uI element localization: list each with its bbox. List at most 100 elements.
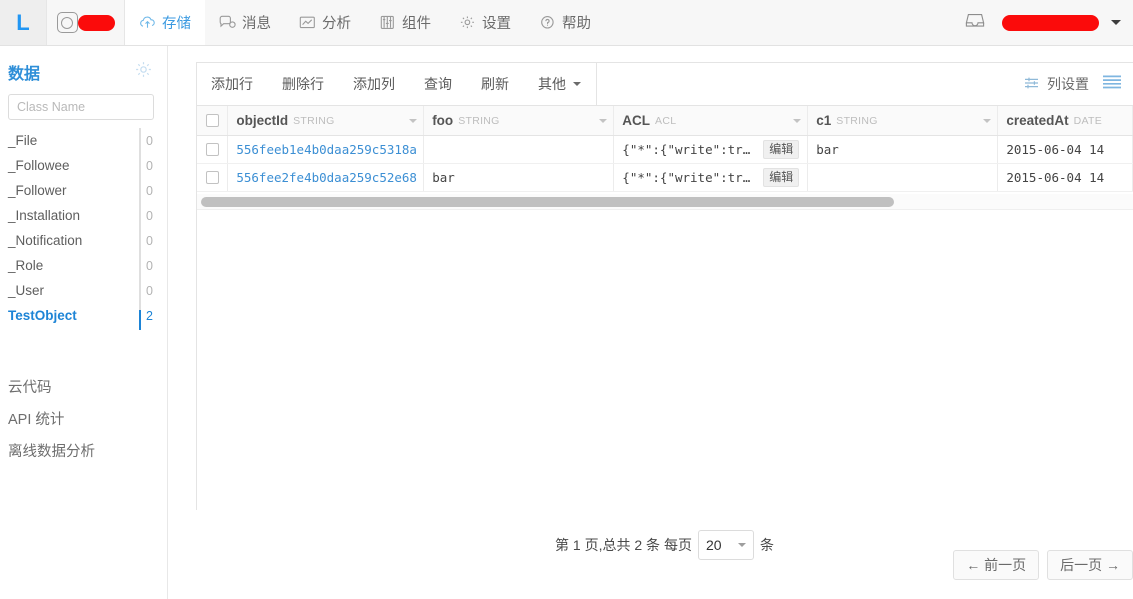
sidebar-item-cloud-code[interactable]: 云代码 xyxy=(0,370,167,402)
column-settings-label: 列设置 xyxy=(1047,76,1089,92)
nav-tab-components[interactable]: 组件 xyxy=(365,0,445,45)
acl-edit-button[interactable]: 编辑 xyxy=(763,140,800,159)
per-page-select[interactable]: 20 xyxy=(697,530,754,560)
column-header-objectid[interactable]: objectId STRING xyxy=(228,106,425,135)
class-item-follower[interactable]: _Follower 0 xyxy=(0,178,167,203)
per-page-value: 20 xyxy=(705,537,722,553)
column-header-c1[interactable]: c1 STRING xyxy=(808,106,999,135)
more-menu-button[interactable]: 其他 xyxy=(524,63,596,106)
objectid-link[interactable]: 556feeb1e4b0daa259c5318a xyxy=(236,142,417,157)
column-header-acl[interactable]: ACL ACL xyxy=(614,106,809,135)
inbox-icon[interactable] xyxy=(964,11,986,35)
class-item-user[interactable]: _User 0 xyxy=(0,278,167,303)
class-item-testobject[interactable]: TestObject 2 xyxy=(0,303,167,328)
cell-c1[interactable] xyxy=(808,164,999,191)
nav-tab-help[interactable]: 帮助 xyxy=(525,0,605,45)
delete-row-button[interactable]: 删除行 xyxy=(268,63,339,106)
app-logo[interactable]: L xyxy=(0,0,47,45)
next-page-button[interactable]: 后一页 → xyxy=(1047,550,1133,580)
column-type: ACL xyxy=(655,114,677,127)
page-summary-text: 第 1 页,总共 2 条 每页 xyxy=(555,537,692,553)
toolbar-button-group: 添加行 删除行 添加列 查询 刷新 其他 xyxy=(197,62,597,106)
column-settings-button[interactable]: 列设置 xyxy=(1023,74,1089,94)
cell-createdat[interactable]: 2015-06-04 14 xyxy=(998,136,1133,163)
row-checkbox[interactable] xyxy=(205,143,219,156)
table-row[interactable]: 556feeb1e4b0daa259c5318a {"*":{"write":t… xyxy=(197,136,1133,164)
chevron-down-icon[interactable] xyxy=(1111,20,1121,25)
class-name-search-input[interactable] xyxy=(8,94,154,120)
cell-acl[interactable]: {"*":{"write":true,"… 编辑 xyxy=(614,164,809,191)
column-type: STRING xyxy=(836,114,878,127)
nav-tab-messages[interactable]: 消息 xyxy=(205,0,285,45)
column-name: ACL xyxy=(622,113,651,128)
horizontal-scrollbar-track[interactable] xyxy=(197,194,1133,210)
class-count: 0 xyxy=(146,283,153,298)
class-item-followee[interactable]: _Followee 0 xyxy=(0,153,167,178)
add-row-button[interactable]: 添加行 xyxy=(197,63,268,106)
cell-acl[interactable]: {"*":{"write":true,"… 编辑 xyxy=(614,136,809,163)
cell-value: 2015-06-04 14 xyxy=(1006,170,1105,185)
chevron-down-icon[interactable] xyxy=(409,119,418,123)
question-circle-icon xyxy=(539,15,556,30)
sidebar-item-label: API 统计 xyxy=(8,411,65,428)
cell-objectid[interactable]: 556fee2fe4b0daa259c52e68 xyxy=(228,164,425,191)
app-name-redacted xyxy=(77,14,115,31)
nav-tab-analytics[interactable]: 分析 xyxy=(285,0,365,45)
objectid-link[interactable]: 556fee2fe4b0daa259c52e68 xyxy=(236,170,417,185)
table-toolbar: 添加行 删除行 添加列 查询 刷新 其他 列设置 xyxy=(197,62,1133,106)
chevron-down-icon[interactable] xyxy=(793,119,802,123)
cell-c1[interactable]: bar xyxy=(808,136,999,163)
add-column-button[interactable]: 添加列 xyxy=(339,63,410,106)
chat-icon xyxy=(219,15,236,30)
nav-tab-label: 分析 xyxy=(322,16,351,32)
class-count: 0 xyxy=(146,208,153,223)
app-selector[interactable] xyxy=(47,0,125,45)
refresh-button[interactable]: 刷新 xyxy=(467,63,524,106)
sidebar-header: 数据 xyxy=(0,46,167,90)
prev-page-button[interactable]: ← 前一页 xyxy=(953,550,1040,580)
class-item-installation[interactable]: _Installation 0 xyxy=(0,203,167,228)
acl-value: {"*":{"write":true,"… xyxy=(622,170,758,185)
class-item-role[interactable]: _Role 0 xyxy=(0,253,167,278)
select-all-checkbox[interactable] xyxy=(205,114,219,127)
class-item-notification[interactable]: _Notification 0 xyxy=(0,228,167,253)
app-root: L 存储 消息 分析 组件 设置 帮助 数据 Class Name _File … xyxy=(0,0,1133,599)
chevron-down-icon xyxy=(737,543,746,547)
sidebar-item-offline-analysis[interactable]: 离线数据分析 xyxy=(0,434,167,466)
class-count: 0 xyxy=(146,183,153,198)
cell-foo[interactable] xyxy=(424,136,615,163)
class-list-scrollbar-thumb[interactable] xyxy=(139,310,141,330)
sidebar-item-api-stats[interactable]: API 统计 xyxy=(0,402,167,434)
column-type: DATE xyxy=(1073,114,1103,127)
gear-icon[interactable] xyxy=(134,60,153,84)
sidebar-item-label: 云代码 xyxy=(8,379,52,396)
list-icon[interactable] xyxy=(1101,73,1123,95)
class-name: _Followee xyxy=(8,158,70,173)
class-name: _Follower xyxy=(8,183,67,198)
cell-objectid[interactable]: 556feeb1e4b0daa259c5318a xyxy=(228,136,425,163)
chevron-down-icon[interactable] xyxy=(983,119,992,123)
table-header-row: objectId STRING foo STRING ACL ACL c1 ST… xyxy=(197,106,1133,136)
sidebar: 数据 _File 0 _Followee 0 _Follower xyxy=(0,46,168,599)
horizontal-scrollbar-thumb[interactable] xyxy=(201,197,894,207)
cell-createdat[interactable]: 2015-06-04 14 xyxy=(998,164,1133,191)
row-checkbox[interactable] xyxy=(205,171,219,184)
class-count: 0 xyxy=(146,258,153,273)
class-item-file[interactable]: _File 0 xyxy=(0,128,167,153)
user-menu-redacted[interactable] xyxy=(1002,14,1099,31)
nav-tab-settings[interactable]: 设置 xyxy=(445,0,525,45)
nav-tab-label: 组件 xyxy=(402,16,431,32)
query-button[interactable]: 查询 xyxy=(410,63,467,106)
class-name: TestObject xyxy=(8,308,77,323)
table-row[interactable]: 556fee2fe4b0daa259c52e68 bar {"*":{"writ… xyxy=(197,164,1133,192)
row-select-cell xyxy=(197,136,229,163)
column-header-foo[interactable]: foo STRING xyxy=(424,106,615,135)
cell-foo[interactable]: bar xyxy=(424,164,615,191)
nav-tab-storage[interactable]: 存储 xyxy=(125,0,205,45)
acl-edit-button[interactable]: 编辑 xyxy=(763,168,800,187)
cell-value: bar xyxy=(432,170,455,185)
chevron-down-icon[interactable] xyxy=(599,119,608,123)
data-table: objectId STRING foo STRING ACL ACL c1 ST… xyxy=(197,106,1133,510)
cloud-upload-icon xyxy=(139,15,156,30)
column-header-createdat[interactable]: createdAt DATE xyxy=(998,106,1133,135)
